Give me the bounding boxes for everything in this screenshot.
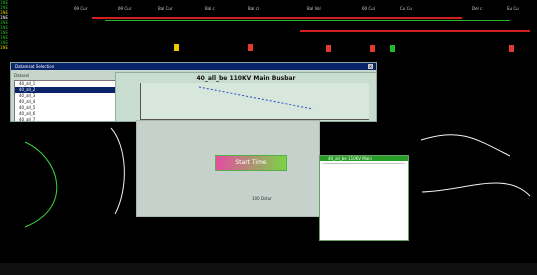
window-title: Datamsat Selection (15, 64, 55, 69)
top-label-2: 69 Cur (118, 6, 132, 11)
top-label-1: 69 Cur (74, 6, 88, 11)
switch-red-3[interactable] (370, 45, 375, 52)
selector-label: Datasel (14, 73, 30, 78)
close-icon[interactable]: × (368, 64, 373, 69)
top-label-9: Del c (472, 6, 483, 11)
right-waveform (420, 134, 531, 197)
switch-green-1[interactable] (390, 45, 395, 52)
busbar-line-chart (198, 86, 314, 110)
window-title-bar[interactable]: Datamsat Selection × (11, 63, 376, 70)
top-label-10: Eu Cu (507, 6, 519, 11)
busbar-green (105, 20, 510, 21)
switch-yellow-1[interactable] (174, 44, 179, 51)
top-label-3: Bal Cur (158, 6, 173, 11)
top-label-8: Cu Cu (400, 6, 412, 11)
busbar-chart: 40_all_be 110KV Main Busbar (115, 72, 377, 122)
chart-title: 40_all_be 110KV Main Busbar (196, 75, 296, 82)
right-panel-title: 40_all_be 110KV Main (328, 156, 372, 161)
right-data-panel: 40_all_be 110KV Main (319, 155, 409, 241)
top-label-7: 60 Cul (362, 6, 375, 11)
switch-red-1[interactable] (248, 44, 253, 51)
bottom-status-bar (0, 263, 537, 275)
top-label-4: Bal c (205, 6, 215, 11)
chart-plot-area (140, 83, 369, 120)
top-label-6: Bal Vol (307, 6, 321, 11)
secondary-busbar-red (300, 30, 530, 32)
switch-red-2[interactable] (326, 45, 331, 52)
start-time-button[interactable]: Start Time (215, 155, 287, 171)
switch-red-4[interactable] (509, 45, 514, 52)
right-panel-header: 40_all_be 110KV Main (320, 156, 408, 161)
dataset-list[interactable]: 40_all_1 40_all_2 40_all_3 40_all_4 40_a… (14, 80, 123, 121)
chart-series-line (198, 86, 314, 110)
left-waveform (24, 127, 125, 228)
main-busbar-red (92, 17, 462, 19)
top-label-5: Bal cl (248, 6, 259, 11)
tiny-label-10: 1NE (0, 45, 9, 50)
right-panel-row (323, 163, 405, 164)
status-text: 100 Dstur (252, 196, 272, 201)
